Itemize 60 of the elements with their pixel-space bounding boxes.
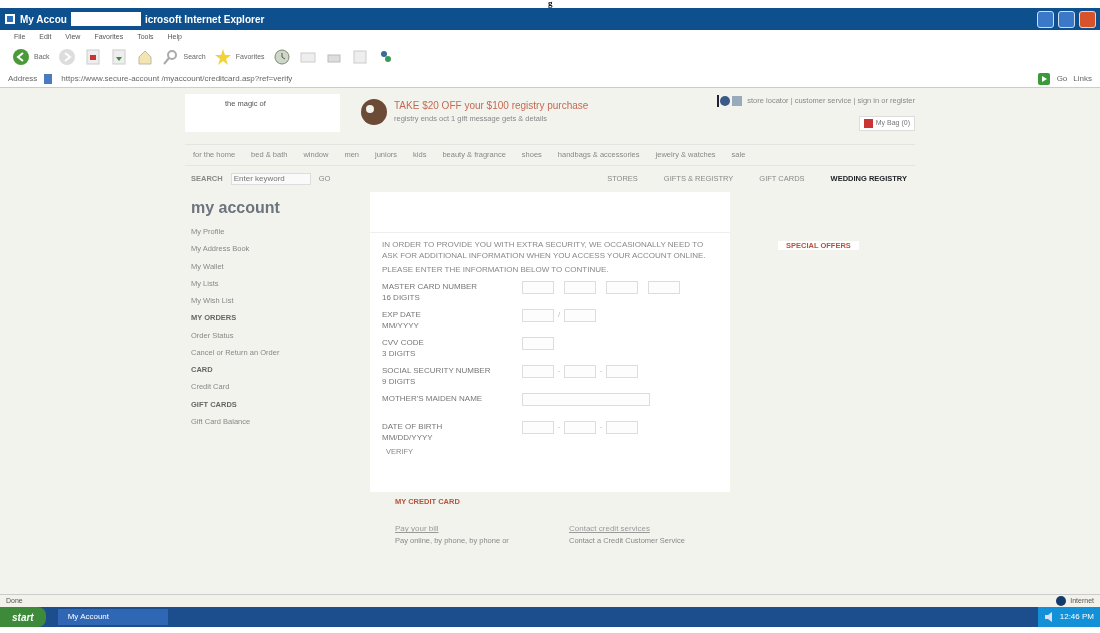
maximize-button[interactable] <box>1058 10 1075 28</box>
section-heading: my account <box>191 198 281 218</box>
field-hint: 9 DIGITS <box>382 376 417 387</box>
stop-icon[interactable] <box>83 48 102 66</box>
search-icon <box>161 48 180 66</box>
home-icon[interactable] <box>135 48 154 66</box>
instruction-text: PLEASE ENTER THE INFORMATION BELOW TO CONTINUE. <box>381 264 610 276</box>
clock-text: 12:46 PM <box>1059 611 1094 623</box>
input-field[interactable] <box>522 309 554 322</box>
input-field[interactable] <box>564 281 596 294</box>
page-icon <box>43 72 54 85</box>
speaker-icon <box>1043 611 1054 623</box>
refresh-icon[interactable] <box>109 48 128 66</box>
ie-icon <box>4 13 16 25</box>
minimize-button[interactable] <box>1037 10 1054 28</box>
link[interactable]: Contact credit services <box>569 523 719 536</box>
window-title: icrosoft Internet Explorer <box>144 12 265 27</box>
back-icon <box>12 48 30 66</box>
globe-icon <box>1056 596 1067 606</box>
start-button[interactable]: start <box>0 607 46 627</box>
star-icon <box>213 48 232 66</box>
field-hint: MM/YYYY <box>382 320 420 331</box>
input-field[interactable] <box>648 281 680 294</box>
search-field[interactable]: Enter keyword <box>230 173 311 185</box>
field-hint: 3 DIGITS <box>382 348 417 359</box>
input-field[interactable] <box>564 365 596 378</box>
input-field[interactable] <box>522 421 554 434</box>
field-hint: MM/DD/YYYY <box>382 432 434 443</box>
go-button[interactable]: Go <box>1056 72 1068 85</box>
input-field[interactable] <box>522 393 650 406</box>
intro-text: IN ORDER TO PROVIDE YOU WITH EXTRA SECURITY, WE OCCASIONALLY NEED TO ASK FOR ADDITIONAL INFORMATION WHEN YOU ACCESS YOUR ACCOUNT ONLINE. <box>370 232 730 264</box>
field-hint: 16 DIGITS <box>382 292 421 303</box>
taskbar-button[interactable]: My Account <box>57 609 168 625</box>
window-title: My Accou <box>20 12 67 27</box>
field-label: CVV CODE <box>382 337 425 348</box>
redaction-box <box>70 12 141 26</box>
promo-headline[interactable]: TAKE $20 OFF your $100 registry purchase <box>394 98 589 113</box>
input-field[interactable] <box>606 421 638 434</box>
field-label: SOCIAL SECURITY NUMBER <box>382 365 492 376</box>
input-field[interactable] <box>522 365 554 378</box>
history-icon[interactable] <box>272 48 291 66</box>
caption-text: g <box>548 0 553 8</box>
input-field[interactable] <box>606 365 638 378</box>
address-field[interactable]: https://www.secure-account /myaccount/creditcard.asp?ref=verify <box>43 72 1031 85</box>
address-label: Address <box>8 72 38 85</box>
input-field[interactable] <box>606 281 638 294</box>
link[interactable]: Pay your bill <box>395 523 545 536</box>
input-field[interactable] <box>564 309 596 322</box>
links-button[interactable]: Links <box>1073 72 1092 85</box>
close-button[interactable] <box>1079 10 1096 28</box>
input-field[interactable] <box>564 421 596 434</box>
field-label: DATE OF BIRTH <box>382 421 444 432</box>
field-label: MOTHER'S MAIDEN NAME <box>382 393 484 404</box>
forward-icon[interactable] <box>57 48 76 66</box>
input-field[interactable] <box>522 281 554 294</box>
bag-icon <box>863 118 873 128</box>
field-label: EXP DATE <box>382 309 422 320</box>
go-icon[interactable] <box>1036 71 1051 86</box>
input-field[interactable] <box>522 337 554 350</box>
field-label: MASTER CARD NUMBER <box>382 281 479 292</box>
